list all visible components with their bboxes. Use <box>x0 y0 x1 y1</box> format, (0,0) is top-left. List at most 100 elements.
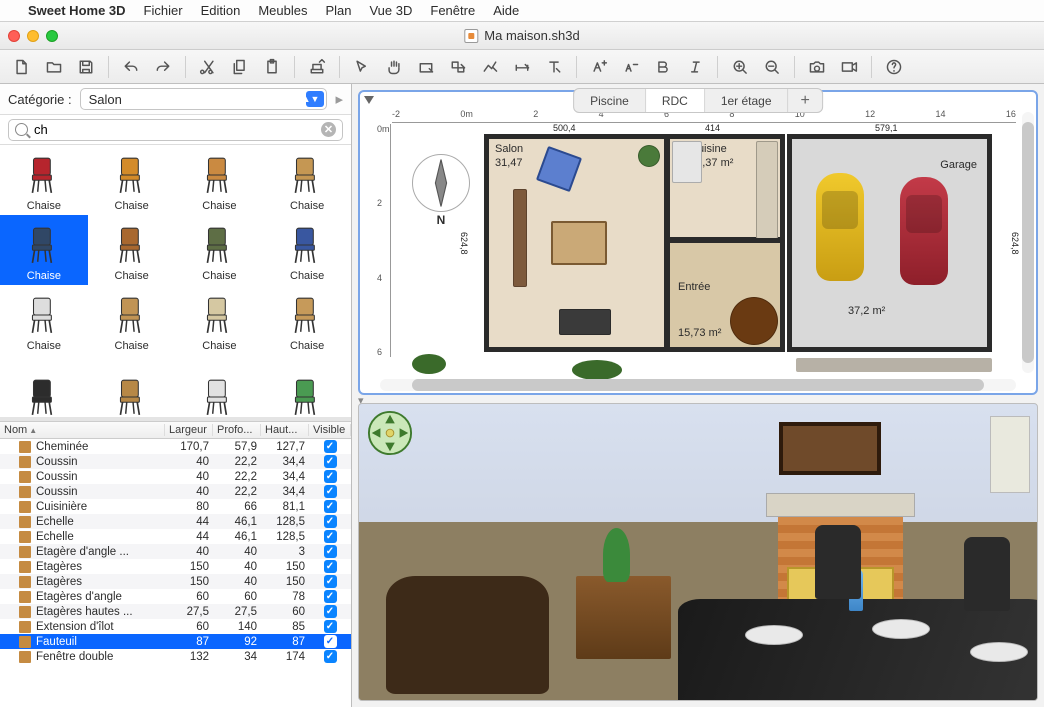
visible-checkbox[interactable]: ✓ <box>324 530 337 543</box>
search-field[interactable] <box>34 122 315 137</box>
plan-fridge[interactable] <box>672 141 702 183</box>
catalog-item[interactable] <box>0 355 88 421</box>
plan-car-red[interactable] <box>900 177 948 285</box>
visible-checkbox[interactable]: ✓ <box>324 485 337 498</box>
category-select[interactable]: Salon ▲▼ <box>80 88 328 110</box>
menu-vue3d[interactable]: Vue 3D <box>369 3 412 18</box>
plan-sofa[interactable] <box>513 189 527 287</box>
catalog-item[interactable]: Chaise <box>263 215 351 285</box>
table-row[interactable]: Cheminée 170,7 57,9 127,7 ✓ <box>0 439 351 454</box>
visible-checkbox[interactable]: ✓ <box>324 470 337 483</box>
table-row[interactable]: Coussin 40 22,2 34,4 ✓ <box>0 484 351 499</box>
catalog-item[interactable]: Chaise <box>0 285 88 355</box>
catalog-item[interactable]: Chaise <box>88 145 176 215</box>
polyline-tool-icon[interactable] <box>476 54 504 80</box>
wall-tool-icon[interactable] <box>412 54 440 80</box>
room-cuisine[interactable]: Cuisine13,37 m² <box>665 134 785 242</box>
compass[interactable]: N <box>412 154 470 212</box>
plan-selected-armchair[interactable] <box>536 146 582 192</box>
photo-icon[interactable] <box>803 54 831 80</box>
plan-counter[interactable] <box>756 141 778 239</box>
visible-checkbox[interactable]: ✓ <box>324 620 337 633</box>
table-row[interactable]: Echelle 44 46,1 128,5 ✓ <box>0 529 351 544</box>
undo-icon[interactable] <box>117 54 145 80</box>
new-file-icon[interactable] <box>8 54 36 80</box>
visible-checkbox[interactable]: ✓ <box>324 635 337 648</box>
table-row[interactable]: Etagères hautes ... 27,5 27,5 60 ✓ <box>0 604 351 619</box>
plan-plant[interactable] <box>638 145 660 167</box>
catalog-item[interactable]: Chaise <box>0 215 88 285</box>
table-row[interactable]: Etagères 150 40 150 ✓ <box>0 559 351 574</box>
visible-checkbox[interactable]: ✓ <box>324 605 337 618</box>
close-window-icon[interactable] <box>8 30 20 42</box>
menu-meubles[interactable]: Meubles <box>258 3 307 18</box>
col-largeur[interactable]: Largeur <box>165 424 213 436</box>
plan-view[interactable]: -20m246810121416 0m246 N 500,4 414 579,1… <box>358 90 1038 395</box>
table-row[interactable]: Extension d'îlot 60 140 85 ✓ <box>0 619 351 634</box>
clear-search-icon[interactable]: ✕ <box>321 122 336 137</box>
visible-checkbox[interactable]: ✓ <box>324 650 337 663</box>
visible-checkbox[interactable]: ✓ <box>324 560 337 573</box>
view-menu-icon[interactable] <box>364 96 374 104</box>
table-row[interactable]: Coussin 40 22,2 34,4 ✓ <box>0 469 351 484</box>
copy-icon[interactable] <box>226 54 254 80</box>
visible-checkbox[interactable]: ✓ <box>324 440 337 453</box>
table-row[interactable]: Echelle 44 46,1 128,5 ✓ <box>0 514 351 529</box>
text-tool-icon[interactable] <box>540 54 568 80</box>
menu-plan[interactable]: Plan <box>325 3 351 18</box>
room-garage[interactable]: Garage 37,2 m² <box>787 134 992 352</box>
catalog-item[interactable]: Chaise <box>263 285 351 355</box>
table-row[interactable]: Cuisinière 80 66 81,1 ✓ <box>0 499 351 514</box>
col-hauteur[interactable]: Haut... <box>261 424 309 436</box>
catalog-item[interactable]: Chaise <box>176 215 264 285</box>
redo-icon[interactable] <box>149 54 177 80</box>
select-tool-icon[interactable] <box>348 54 376 80</box>
menu-fichier[interactable]: Fichier <box>144 3 183 18</box>
visible-checkbox[interactable]: ✓ <box>324 575 337 588</box>
table-row[interactable]: Etagères 150 40 150 ✓ <box>0 574 351 589</box>
catalog-item[interactable]: Chaise <box>176 145 264 215</box>
plan-car-yellow[interactable] <box>816 173 864 281</box>
3d-view[interactable] <box>358 403 1038 701</box>
paste-icon[interactable] <box>258 54 286 80</box>
col-visible[interactable]: Visible <box>309 424 351 436</box>
room-salon[interactable]: Salon31,47 <box>484 134 669 352</box>
catalog-item[interactable]: Chaise <box>176 285 264 355</box>
catalog-item[interactable] <box>263 355 351 421</box>
catalog-caret-icon[interactable]: ▸ <box>335 90 343 108</box>
catalog-item[interactable]: Chaise <box>88 285 176 355</box>
tab-piscine[interactable]: Piscine <box>574 89 646 112</box>
plan-scrollbar-horizontal[interactable] <box>380 379 1016 391</box>
italic-icon[interactable] <box>681 54 709 80</box>
catalog-item[interactable]: Chaise <box>0 145 88 215</box>
zoom-out-icon[interactable] <box>758 54 786 80</box>
table-row[interactable]: Coussin 40 22,2 34,4 ✓ <box>0 454 351 469</box>
text-increase-icon[interactable] <box>585 54 613 80</box>
pan-tool-icon[interactable] <box>380 54 408 80</box>
app-menu[interactable]: Sweet Home 3D <box>28 3 126 18</box>
catalog-item[interactable]: Chaise <box>263 145 351 215</box>
visible-checkbox[interactable]: ✓ <box>324 455 337 468</box>
add-furniture-icon[interactable] <box>303 54 331 80</box>
3d-nav-control[interactable] <box>367 410 413 456</box>
video-icon[interactable] <box>835 54 863 80</box>
col-nom[interactable]: Nom <box>0 424 165 436</box>
dimension-tool-icon[interactable] <box>508 54 536 80</box>
table-row[interactable]: Fenêtre double 132 34 174 ✓ <box>0 649 351 664</box>
search-input[interactable]: ✕ <box>8 119 343 141</box>
table-row[interactable]: Etagère d'angle ... 40 40 3 ✓ <box>0 544 351 559</box>
room-entree[interactable]: Entrée 15,73 m² <box>665 238 785 352</box>
bold-icon[interactable] <box>649 54 677 80</box>
catalog-item[interactable] <box>176 355 264 421</box>
save-file-icon[interactable] <box>72 54 100 80</box>
text-decrease-icon[interactable] <box>617 54 645 80</box>
open-file-icon[interactable] <box>40 54 68 80</box>
catalog-item[interactable]: Chaise <box>88 215 176 285</box>
visible-checkbox[interactable]: ✓ <box>324 545 337 558</box>
menu-fenetre[interactable]: Fenêtre <box>430 3 475 18</box>
catalog-item[interactable] <box>88 355 176 421</box>
minimize-window-icon[interactable] <box>27 30 39 42</box>
table-row[interactable]: Etagères d'angle 60 60 78 ✓ <box>0 589 351 604</box>
table-row[interactable]: Fauteuil 87 92 87 ✓ <box>0 634 351 649</box>
help-icon[interactable] <box>880 54 908 80</box>
